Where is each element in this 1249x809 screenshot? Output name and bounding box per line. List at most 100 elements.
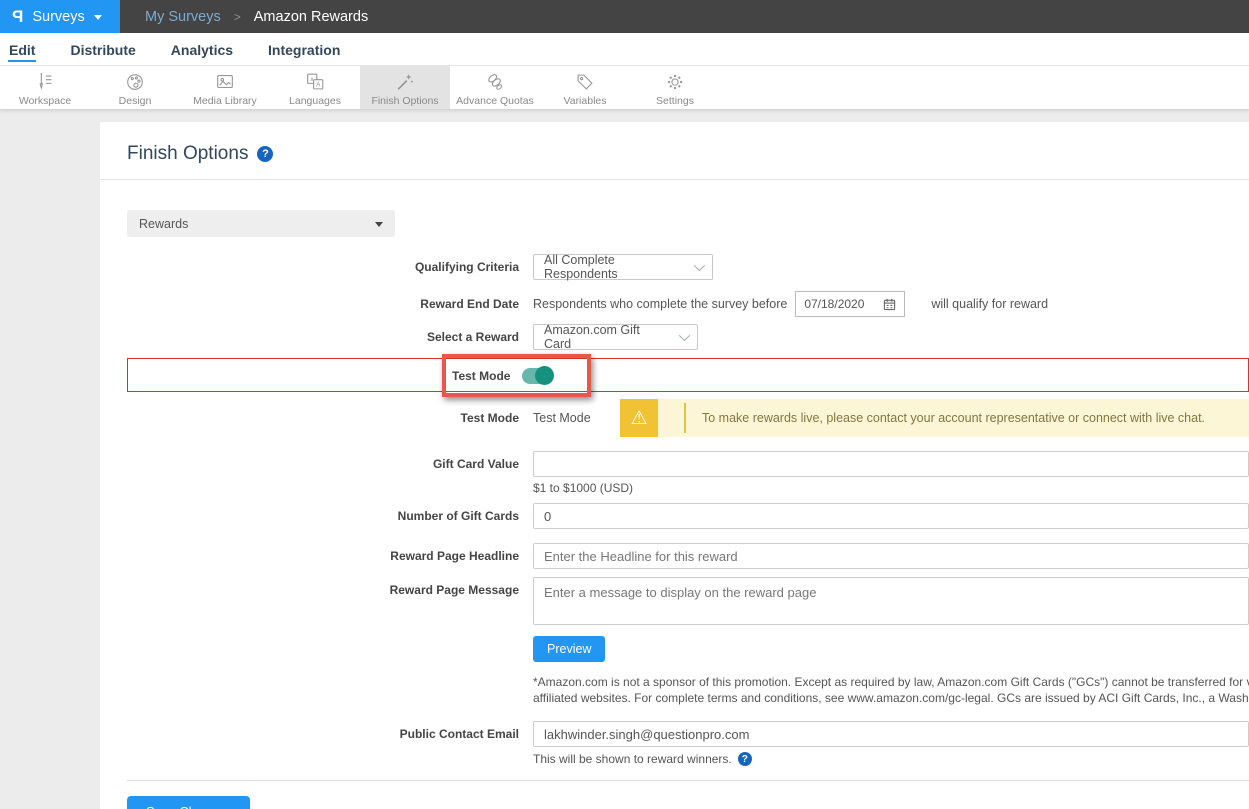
amazon-disclaimer: *Amazon.com is not a sponsor of this pro… <box>533 674 1249 706</box>
toggle-thumb <box>535 366 554 385</box>
nav-tab-integration[interactable]: Integration <box>267 37 341 62</box>
field-label: Gift Card Value <box>100 457 533 471</box>
field-label: Reward End Date <box>100 297 533 311</box>
reward-page-headline-input[interactable] <box>533 543 1249 569</box>
end-date-prefix-text: Respondents who complete the survey befo… <box>533 297 787 311</box>
help-icon[interactable]: ? <box>257 146 273 162</box>
breadcrumb-current-survey: Amazon Rewards <box>254 9 368 25</box>
qualifying-criteria-value: All Complete Respondents <box>544 253 684 281</box>
caret-down-icon <box>94 15 102 20</box>
caret-down-icon <box>375 222 383 227</box>
rewards-form: Qualifying Criteria All Complete Respond… <box>100 254 1249 809</box>
red-annotation-band: Test Mode <box>127 358 1249 392</box>
form-row-gift-card-value: Gift Card Value <box>100 451 1249 477</box>
form-row-qualifying-criteria: Qualifying Criteria All Complete Respond… <box>100 254 1249 280</box>
chevron-down-icon <box>679 330 690 341</box>
field-label: Number of Gift Cards <box>100 509 533 523</box>
rewards-section-dropdown[interactable]: Rewards <box>127 210 395 237</box>
field-label: Qualifying Criteria <box>100 260 533 274</box>
form-row-number-of-gift-cards: Number of Gift Cards <box>100 503 1249 529</box>
test-mode-status-value: Test Mode <box>533 411 620 425</box>
qualifying-criteria-select[interactable]: All Complete Respondents <box>533 254 713 280</box>
svg-text:A: A <box>316 81 321 88</box>
public-contact-email-hint: This will be shown to reward winners. ? <box>533 752 1249 766</box>
top-bar: P Surveys My Surveys > Amazon Rewards <box>0 0 1249 33</box>
warning-banner: ⚠ To make rewards live, please contact y… <box>620 399 1249 437</box>
form-row-test-mode-status: Test Mode Test Mode ⚠ To make rewards li… <box>100 399 1249 437</box>
breadcrumb: My Surveys > Amazon Rewards <box>145 9 368 25</box>
field-label: Reward Page Headline <box>100 549 533 563</box>
toolbar-item-label: Design <box>119 95 152 107</box>
toolbar-item-label: Media Library <box>193 95 257 107</box>
image-icon <box>213 71 237 93</box>
chevron-down-icon <box>694 260 705 271</box>
red-annotation-box: Test Mode <box>442 354 591 397</box>
toolbar-item-label: Settings <box>656 95 694 107</box>
save-changes-button[interactable]: Save Changes <box>127 796 250 809</box>
content-area: Finish Options ? Rewards Qualifying Crit… <box>0 110 1249 809</box>
chain-links-icon <box>483 71 507 93</box>
form-row-reward-page-headline: Reward Page Headline <box>100 543 1249 569</box>
toolbar-item-settings[interactable]: Settings <box>630 66 720 109</box>
product-name: Surveys <box>32 9 84 25</box>
magic-wand-icon <box>393 71 417 93</box>
field-label: Select a Reward <box>100 330 533 344</box>
form-row-public-contact-email: Public Contact Email <box>100 721 1249 747</box>
toolbar-item-label: Advance Quotas <box>456 95 534 107</box>
field-label: Test Mode <box>100 411 533 425</box>
disclaimer-line-1: *Amazon.com is not a sponsor of this pro… <box>533 674 1249 690</box>
reward-end-date-value: 07/18/2020 <box>804 297 864 311</box>
toolbar-item-label: Finish Options <box>371 95 438 107</box>
toolbar-item-label: Workspace <box>19 95 71 107</box>
gift-card-value-hint: $1 to $1000 (USD) <box>533 481 1249 495</box>
rewards-dropdown-value: Rewards <box>139 217 188 231</box>
reward-page-message-textarea[interactable] <box>533 577 1249 625</box>
toolbar-item-languages[interactable]: x A Languages <box>270 66 360 109</box>
palette-icon <box>123 71 147 93</box>
breadcrumb-my-surveys[interactable]: My Surveys <box>145 9 221 25</box>
form-row-preview: Preview <box>100 636 1249 662</box>
reward-end-date-input[interactable]: 07/18/2020 <box>795 291 905 317</box>
toolbar-item-workspace[interactable]: Workspace <box>0 66 90 109</box>
field-label: Reward Page Message <box>100 577 533 597</box>
form-row-reward-page-message: Reward Page Message <box>100 577 1249 625</box>
calendar-icon <box>883 298 896 311</box>
field-label: Public Contact Email <box>100 727 533 741</box>
tag-icon <box>573 71 597 93</box>
number-of-gift-cards-input[interactable] <box>533 503 1249 529</box>
toolbar-item-variables[interactable]: Variables <box>540 66 630 109</box>
primary-nav: Edit Distribute Analytics Integration <box>0 33 1249 66</box>
help-icon[interactable]: ? <box>738 752 752 766</box>
gift-card-value-input[interactable] <box>533 451 1249 477</box>
toolbar-item-advance-quotas[interactable]: Advance Quotas <box>450 66 540 109</box>
warning-triangle-icon: ⚠ <box>630 407 647 430</box>
nav-tab-edit[interactable]: Edit <box>8 37 36 62</box>
test-mode-toggle[interactable] <box>522 368 552 384</box>
toolbar-item-design[interactable]: Design <box>90 66 180 109</box>
end-date-suffix-text: will qualify for reward <box>931 297 1048 311</box>
nav-tab-analytics[interactable]: Analytics <box>170 37 234 62</box>
warning-icon-block: ⚠ <box>620 399 658 437</box>
finish-options-panel: Finish Options ? Rewards Qualifying Crit… <box>100 122 1249 809</box>
workspace-pen-list-icon <box>33 71 57 93</box>
edit-toolbar: Workspace Design Media Library x A Langu… <box>0 66 1249 110</box>
gear-icon <box>663 71 687 93</box>
questionpro-logo-icon: P <box>12 7 23 27</box>
form-row-select-reward: Select a Reward Amazon.com Gift Card <box>100 324 1249 350</box>
select-reward-select[interactable]: Amazon.com Gift Card <box>533 324 698 350</box>
toolbar-item-finish-options[interactable]: Finish Options <box>360 66 450 109</box>
preview-button[interactable]: Preview <box>533 636 605 662</box>
form-row-reward-end-date: Reward End Date Respondents who complete… <box>100 291 1249 317</box>
select-reward-value: Amazon.com Gift Card <box>544 323 669 351</box>
public-contact-email-input[interactable] <box>533 721 1249 747</box>
bottom-divider <box>127 780 1249 781</box>
warning-body: To make rewards live, please contact you… <box>658 399 1249 437</box>
toolbar-item-label: Variables <box>564 95 607 107</box>
warning-text: To make rewards live, please contact you… <box>658 411 1205 425</box>
nav-tab-distribute[interactable]: Distribute <box>69 37 136 62</box>
test-mode-toggle-label: Test Mode <box>452 369 510 383</box>
toolbar-item-media-library[interactable]: Media Library <box>180 66 270 109</box>
surveys-app-menu[interactable]: P Surveys <box>0 0 120 33</box>
translate-icon: x A <box>303 71 327 93</box>
page-title: Finish Options <box>127 143 248 165</box>
